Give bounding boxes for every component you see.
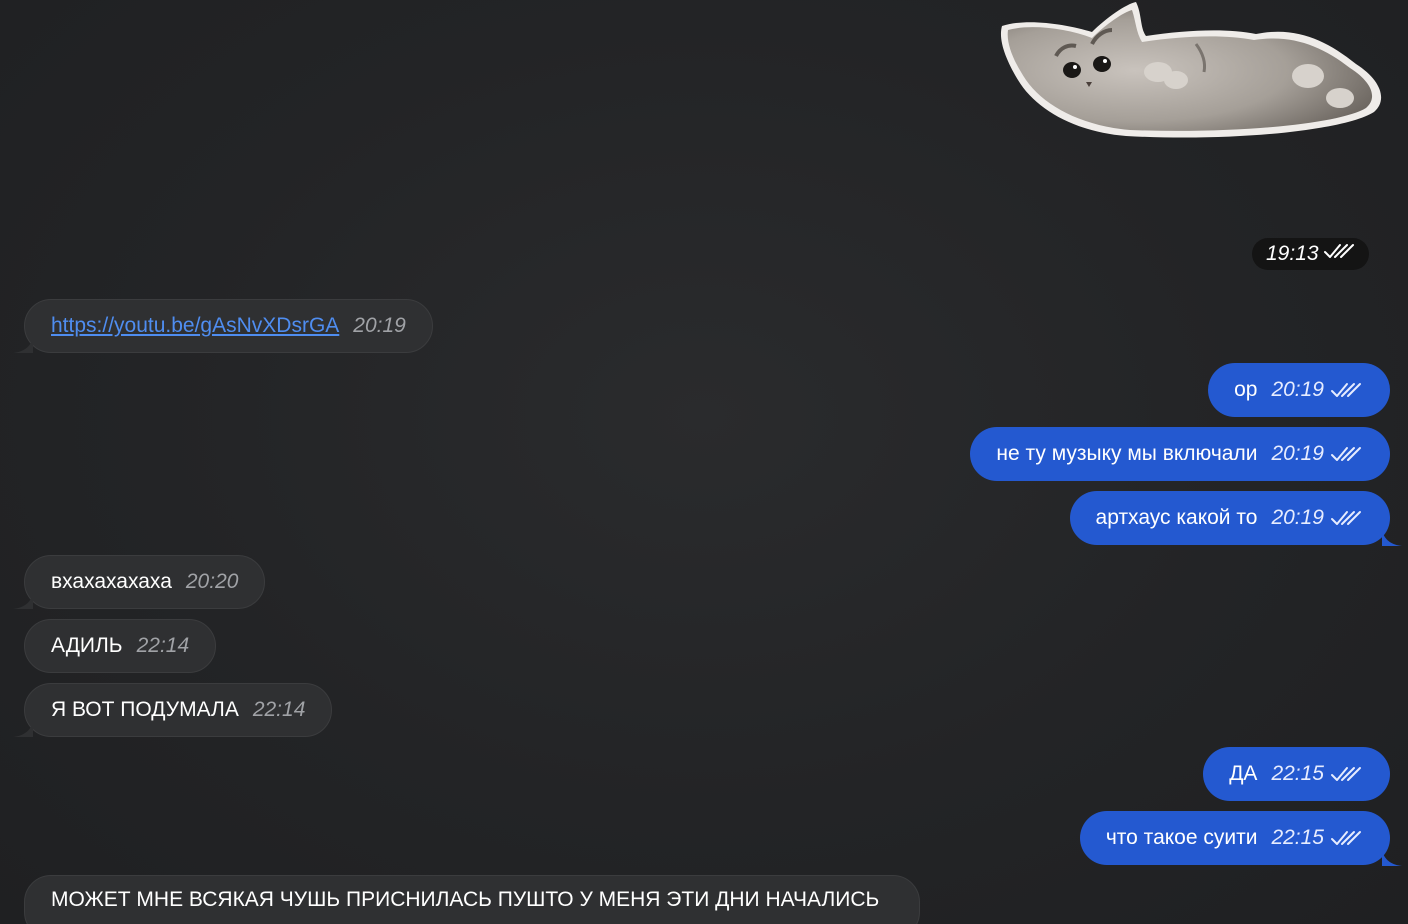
message-time: 22:14: [252, 698, 306, 721]
message-text: ор: [1234, 378, 1258, 401]
double-check-icon: [1330, 765, 1362, 783]
double-check-icon: [1323, 242, 1355, 266]
kitten-sticker-icon[interactable]: [996, 0, 1386, 140]
message-text: Я ВОТ ПОДУМАЛА: [51, 698, 239, 721]
bubble-tail-icon: [1382, 530, 1402, 546]
message-text: МОЖЕТ МНЕ ВСЯКАЯ ЧУШЬ ПРИСНИЛАСЬ ПУШТО У…: [51, 888, 880, 911]
bubble-tail-icon: [13, 337, 33, 353]
message-bubble-incoming[interactable]: https://youtu.be/gAsNvXDsrGA 20:19: [13, 299, 433, 353]
bubble-tail-icon: [1382, 850, 1402, 866]
message-time: 20:19: [353, 314, 406, 337]
message-bubble-outgoing[interactable]: не ту музыку мы включали 20:19: [970, 427, 1390, 481]
message-text: ДА: [1229, 762, 1258, 785]
message-text: что такое суити: [1105, 826, 1258, 849]
message-bubble-incoming[interactable]: вхахахахаха 20:20: [13, 555, 266, 609]
message-time: 22:14: [136, 634, 190, 657]
message-time: 20:19: [1271, 506, 1324, 529]
message-bubble-outgoing[interactable]: ДА 22:15: [1203, 747, 1390, 801]
message-time: 20:19: [1271, 442, 1324, 465]
double-check-icon: [1330, 509, 1362, 527]
message-bubble-outgoing[interactable]: артхаус какой то 20:19: [1069, 491, 1402, 546]
message-time: 20:19: [1271, 378, 1324, 401]
message-text: артхаус какой то: [1095, 506, 1258, 529]
message-bubble-incoming[interactable]: Я ВОТ ПОДУМАЛА 22:14: [13, 683, 333, 737]
bubble-tail-icon: [13, 593, 33, 609]
message-link[interactable]: https://youtu.be/gAsNvXDsrGA: [51, 314, 339, 338]
bubble-tail-icon: [13, 721, 33, 737]
message-bubble-outgoing[interactable]: что такое суити 22:15: [1079, 811, 1402, 866]
sticker-timestamp: 19:13: [1252, 238, 1369, 270]
double-check-icon: [1330, 381, 1362, 399]
message-text: вхахахахаха: [51, 570, 172, 593]
chat-view[interactable]: 19:13 https://youtu.be/gAsNvXDsrGA 20:19…: [0, 0, 1408, 924]
message-bubble-incoming[interactable]: МОЖЕТ МНЕ ВСЯКАЯ ЧУШЬ ПРИСНИЛАСЬ ПУШТО У…: [24, 875, 921, 924]
message-bubble-incoming[interactable]: АДИЛЬ 22:14: [24, 619, 217, 673]
message-text: не ту музыку мы включали: [996, 442, 1258, 465]
message-text: АДИЛЬ: [51, 634, 123, 657]
double-check-icon: [1330, 829, 1362, 847]
message-time: 22:15: [1271, 826, 1324, 849]
sticker-time-label: 19:13: [1266, 242, 1319, 265]
message-bubble-outgoing[interactable]: ор 20:19: [1208, 363, 1390, 417]
message-time: 22:15: [1271, 762, 1324, 785]
message-time: 20:20: [185, 570, 239, 593]
double-check-icon: [1330, 445, 1362, 463]
